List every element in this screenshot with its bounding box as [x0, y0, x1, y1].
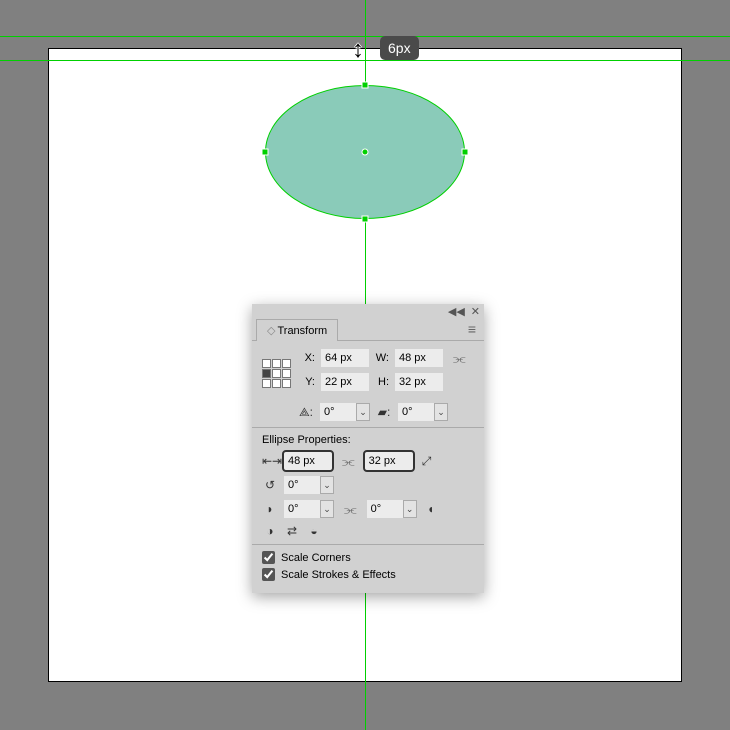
- y-input[interactable]: [321, 373, 369, 391]
- invert-pie-icon[interactable]: ◑: [262, 524, 278, 538]
- collapse-icon[interactable]: ◀◀: [448, 305, 465, 318]
- reference-point-grid[interactable]: [262, 359, 291, 388]
- link-wh-icon[interactable]: ⫘: [449, 350, 470, 367]
- x-input[interactable]: [321, 349, 369, 367]
- measurement-tooltip: 6px: [380, 36, 419, 60]
- h-input[interactable]: [395, 373, 443, 391]
- anchor-top[interactable]: [362, 82, 369, 89]
- anchor-bottom[interactable]: [362, 216, 369, 223]
- pie-b-dropdown[interactable]: ⌄: [403, 500, 417, 518]
- w-label: W:: [375, 352, 389, 364]
- scale-corners-checkbox[interactable]: Scale Corners: [262, 551, 474, 564]
- ellipse-properties-label: Ellipse Properties:: [262, 434, 474, 446]
- pie-start-icon: ◗: [262, 502, 278, 516]
- close-icon[interactable]: ✕: [471, 305, 480, 318]
- transform-panel: ◀◀ ✕ ◇Transform ≡ X: W: ⫘ Y:: [252, 304, 484, 593]
- pie-rotate-icon: ↺: [262, 478, 278, 492]
- resize-cursor-icon: ↕: [352, 36, 364, 64]
- link-pie-icon[interactable]: ⫘: [340, 501, 361, 518]
- anchor-center[interactable]: [362, 149, 369, 156]
- shear-dropdown[interactable]: ⌄: [434, 403, 448, 421]
- link-ellipse-icon[interactable]: ⫘: [338, 453, 359, 470]
- shear-icon: ▰:: [376, 405, 392, 419]
- scale-corners-label: Scale Corners: [281, 552, 351, 564]
- pie-a-input[interactable]: [284, 500, 320, 518]
- anchor-left[interactable]: [262, 149, 269, 156]
- ellipse-height-icon: ⤢: [419, 454, 435, 469]
- panel-title: Transform: [277, 325, 327, 337]
- w-input[interactable]: [395, 349, 443, 367]
- rotate-icon: ⟁:: [298, 405, 314, 420]
- swap-icon[interactable]: ⇄: [284, 524, 300, 538]
- scale-strokes-checkbox[interactable]: Scale Strokes & Effects: [262, 568, 474, 581]
- y-label: Y:: [301, 376, 315, 388]
- reset-pie-icon[interactable]: ◒: [306, 524, 322, 538]
- x-label: X:: [301, 352, 315, 364]
- panel-menu-icon[interactable]: ≡: [460, 321, 484, 337]
- pie-end-icon: ◖: [423, 502, 439, 516]
- pie-b-input[interactable]: [367, 500, 403, 518]
- rotate-input[interactable]: [320, 403, 356, 421]
- ellipse-width-input[interactable]: [284, 452, 332, 470]
- ellipse-height-input[interactable]: [365, 452, 413, 470]
- pie-start-input[interactable]: [284, 476, 320, 494]
- pie-start-dropdown[interactable]: ⌄: [320, 476, 334, 494]
- tab-transform[interactable]: ◇Transform: [256, 319, 338, 341]
- ellipse-width-icon: ⇤⇥: [262, 454, 278, 468]
- anchor-right[interactable]: [462, 149, 469, 156]
- pie-a-dropdown[interactable]: ⌄: [320, 500, 334, 518]
- rotate-dropdown[interactable]: ⌄: [356, 403, 370, 421]
- shear-input[interactable]: [398, 403, 434, 421]
- scale-strokes-label: Scale Strokes & Effects: [281, 569, 396, 581]
- h-label: H:: [375, 376, 389, 388]
